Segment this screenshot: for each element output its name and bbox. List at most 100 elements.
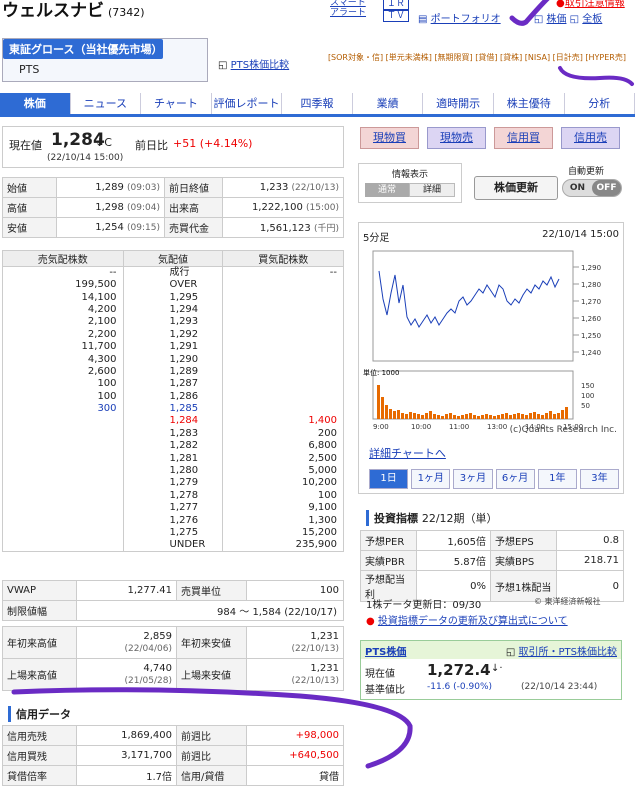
board-price[interactable]: 1,295	[122, 291, 223, 304]
credit-change: +640,500	[246, 745, 344, 766]
board-price[interactable]: 1,290	[122, 353, 223, 366]
cash-buy-button[interactable]: 現物買	[360, 127, 419, 149]
tab-disclosure[interactable]: 適時開示	[423, 93, 494, 114]
volume-bar	[457, 416, 460, 419]
board-price[interactable]: 1,285	[122, 402, 223, 416]
y-tick-label: 1,250	[581, 332, 601, 340]
board-price[interactable]: 1,278	[122, 489, 223, 503]
yearly-value: 4,740	[143, 662, 172, 674]
pts-box: PTS株価 ◱ 取引所・PTS株価比較 現在値 1,272.4 ↓· 基準値比 …	[360, 640, 622, 700]
unit-label: 売買単位	[176, 580, 247, 601]
yearly-date: (22/10/13)	[291, 675, 339, 686]
detail-chart-link[interactable]: 詳細チャートへ	[369, 445, 446, 461]
board-price[interactable]: OVER	[122, 279, 223, 292]
update-price-button[interactable]: 株価更新	[474, 176, 558, 200]
caution-link[interactable]: ●取引注意情報	[556, 0, 625, 9]
volume-bar	[377, 385, 380, 419]
tab-chart[interactable]: チャート	[141, 93, 212, 114]
board-price[interactable]: 1,284	[122, 415, 223, 428]
board-price[interactable]: 1,279	[122, 477, 223, 490]
market-option-tse[interactable]: 東証グロース（当社優先市場）	[3, 39, 163, 59]
ir-tv-links[interactable]: ＩＲ ＴＶ	[383, 0, 410, 22]
board-buy: 235,900	[222, 539, 344, 552]
yearly-date: (22/10/13)	[291, 643, 339, 654]
board-price[interactable]: 1,286	[122, 390, 223, 403]
y-tick-label: 1,260	[581, 315, 601, 323]
stat-label: 安値	[2, 217, 57, 238]
auto-update-toggle[interactable]: ON OFF	[562, 179, 622, 197]
chart-time: 22/10/14 15:00	[542, 229, 619, 240]
board-price[interactable]: 1,277	[122, 502, 223, 515]
vwap-label: VWAP	[2, 580, 77, 601]
board-price[interactable]: 1,280	[122, 464, 223, 478]
board-price[interactable]: 1,289	[122, 365, 223, 379]
board-price[interactable]: 1,287	[122, 378, 223, 391]
margin-buy-button[interactable]: 信用買	[494, 127, 553, 149]
board-price[interactable]: 成行	[122, 266, 223, 279]
board-price[interactable]: UNDER	[122, 539, 223, 552]
tab-results[interactable]: 業績	[353, 93, 424, 114]
pts-title-link[interactable]: PTS株価	[365, 643, 406, 658]
period-6m[interactable]: 6ヶ月	[495, 469, 535, 489]
board-sell	[2, 427, 124, 441]
board-price[interactable]: 1,292	[122, 328, 223, 341]
tab-stock[interactable]: 株価	[0, 93, 71, 114]
pts-header: PTS株価 ◱ 取引所・PTS株価比較	[361, 641, 621, 659]
indicators-title: 投資指標 22/12期（単）	[366, 510, 498, 526]
board-price[interactable]: 1,283	[122, 427, 223, 441]
table-row: 1,281 2,500	[2, 452, 344, 465]
volume-bar	[529, 413, 532, 419]
page-title: ウェルスナビ (7342)	[2, 1, 145, 21]
period-1d[interactable]: 1日	[369, 469, 409, 489]
market-option-pts[interactable]: PTS	[3, 59, 207, 80]
portfolio-link[interactable]: ポートフォリオ	[431, 14, 501, 25]
board-price[interactable]: 1,276	[122, 514, 223, 527]
volume-tick-label: 100	[581, 392, 594, 400]
tab-report[interactable]: 評価レポート	[212, 93, 283, 114]
period-3y[interactable]: 3年	[579, 469, 620, 489]
trade-buttons: 現物買 現物売 信用買 信用売	[360, 127, 620, 149]
period-1m[interactable]: 1ヶ月	[411, 469, 451, 489]
table-row: 11,700 1,291	[2, 340, 344, 354]
board-price[interactable]: 1,281	[122, 452, 223, 465]
board-sell: 2,600	[2, 365, 124, 379]
tab-benefits[interactable]: 株主優待	[494, 93, 565, 114]
board-price[interactable]: 1,282	[122, 440, 223, 453]
market-selector[interactable]: 東証グロース（当社優先市場） PTS	[2, 38, 208, 82]
pts-exchange-link[interactable]: 取引所・PTS株価比較	[519, 647, 618, 658]
board-link[interactable]: 全板	[582, 14, 602, 25]
tab-news[interactable]: ニュース	[71, 93, 142, 114]
normal-toggle[interactable]: 通常	[365, 183, 409, 197]
margin-sell-button[interactable]: 信用売	[561, 127, 620, 149]
board-price[interactable]: 1,294	[122, 303, 223, 317]
volume-bar	[481, 415, 484, 419]
board-price[interactable]: 1,291	[122, 340, 223, 354]
price-chart[interactable]: 単位: 1000 1,2901,2801,2701,2601,2501,240 …	[359, 245, 623, 435]
table-row: VWAP 1,277.41 売買単位 100	[2, 580, 344, 601]
tab-analysis[interactable]: 分析	[565, 93, 635, 114]
price-mark: ↓C	[95, 136, 112, 149]
yearly-date: (22/04/06)	[124, 643, 172, 654]
board-price[interactable]: 1,293	[122, 316, 223, 329]
credit-label: 貸借倍率	[2, 765, 77, 786]
board-sell: 11,700	[2, 340, 124, 354]
pts-compare-link[interactable]: PTS株価比較	[231, 60, 290, 71]
smart-alert-link[interactable]: スマート アラート	[330, 0, 366, 18]
volume-bar	[525, 415, 528, 419]
board-buy: 200	[222, 427, 344, 441]
volume-bar	[453, 415, 456, 419]
period-3m[interactable]: 3ヶ月	[453, 469, 493, 489]
pts-compare[interactable]: ◱ PTS株価比較	[218, 56, 289, 71]
detail-toggle[interactable]: 詳細	[409, 183, 455, 197]
period-1y[interactable]: 1年	[537, 469, 577, 489]
cash-sell-button[interactable]: 現物売	[427, 127, 486, 149]
table-row: 年初来高値 2,859 (22/04/06) 年初来安値 1,231 (22/10/13)	[2, 626, 344, 659]
stock-link[interactable]: 株価	[546, 14, 566, 25]
order-board: 売気配株数 気配値 買気配株数 -- 成行 -- 199,500 OVER 14,100 1…	[2, 250, 344, 553]
volume-bar	[433, 414, 436, 419]
tab-shikiho[interactable]: 四季報	[282, 93, 353, 114]
board-price[interactable]: 1,275	[122, 526, 223, 540]
volume-bar	[425, 413, 428, 419]
indicator-value: 5.87倍	[416, 550, 491, 571]
indicators-link[interactable]: 投資指標データの更新及び算出式について	[378, 616, 568, 627]
